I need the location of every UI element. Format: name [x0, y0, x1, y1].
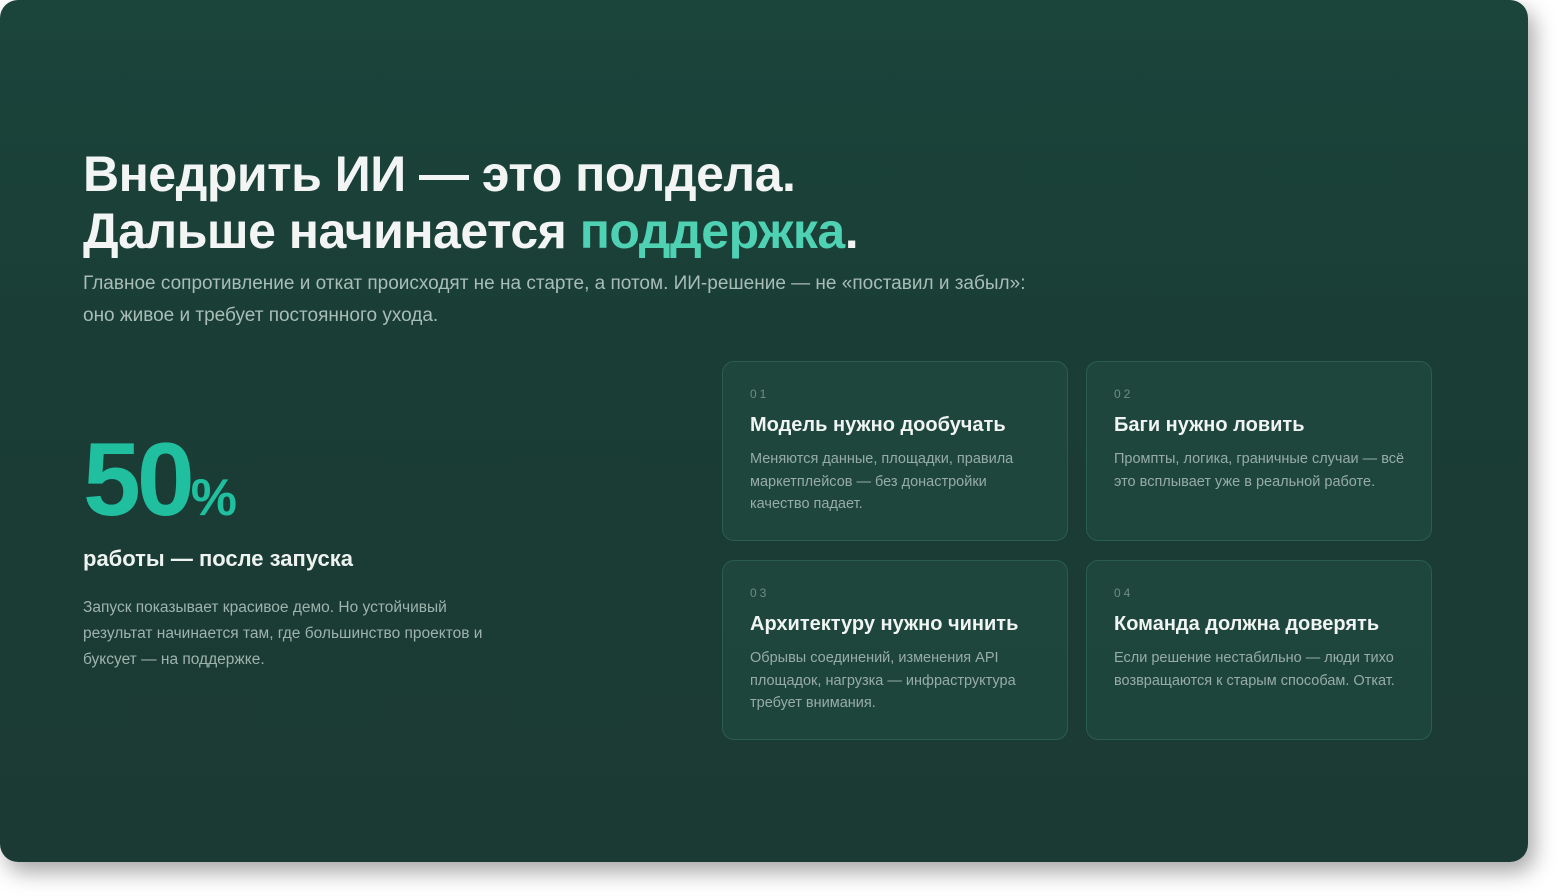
card-text: Меняются данные, площадки, правила марке…	[750, 451, 1014, 512]
card-text: Если решение нестабильно — люди тихо воз…	[1114, 650, 1395, 689]
stat-caption: работы — после запуска	[83, 546, 353, 571]
slide: Внедрить ИИ — это полдела. Дальше начина…	[0, 0, 1528, 862]
card-index: 02	[1114, 387, 1134, 401]
card-index: 03	[750, 586, 770, 600]
card-fix-architecture: 03 Архитектуру нужно чинить Обрывы соеди…	[722, 560, 1068, 740]
stat-value: 50	[83, 422, 195, 538]
card-title: Команда должна доверять	[1114, 613, 1380, 635]
headline-accent-word: поддержка	[579, 203, 846, 259]
stat-unit: %	[190, 469, 237, 527]
card-catch-bugs: 02 Баги нужно ловить Промпты, логика, гр…	[1086, 361, 1432, 541]
card-index: 04	[1114, 586, 1134, 600]
stat-description: Запуск показывает красивое демо. Но усто…	[83, 599, 483, 668]
headline-line-1: Внедрить ИИ — это полдела.	[83, 146, 796, 202]
card-index: 01	[750, 387, 770, 401]
card-text: Обрывы соединений, изменения API площадо…	[750, 650, 1016, 711]
card-text: Промпты, логика, граничные случаи — всё …	[1114, 451, 1405, 490]
card-retrain-model: 01 Модель нужно дообучать Меняются данны…	[722, 361, 1068, 541]
headline-line-2-prefix: Дальше начинается	[83, 203, 580, 259]
headline: Внедрить ИИ — это полдела. Дальше начина…	[83, 146, 859, 260]
card-title: Архитектуру нужно чинить	[750, 613, 1019, 635]
card-title: Баги нужно ловить	[1114, 414, 1305, 436]
subtitle: Главное сопротивление и откат происходят…	[83, 273, 1026, 326]
card-team-trust: 04 Команда должна доверять Если решение …	[1086, 560, 1432, 740]
headline-line-2-suffix: .	[844, 203, 859, 259]
stat-number: 50%	[83, 428, 237, 532]
card-title: Модель нужно дообучать	[750, 414, 1006, 436]
